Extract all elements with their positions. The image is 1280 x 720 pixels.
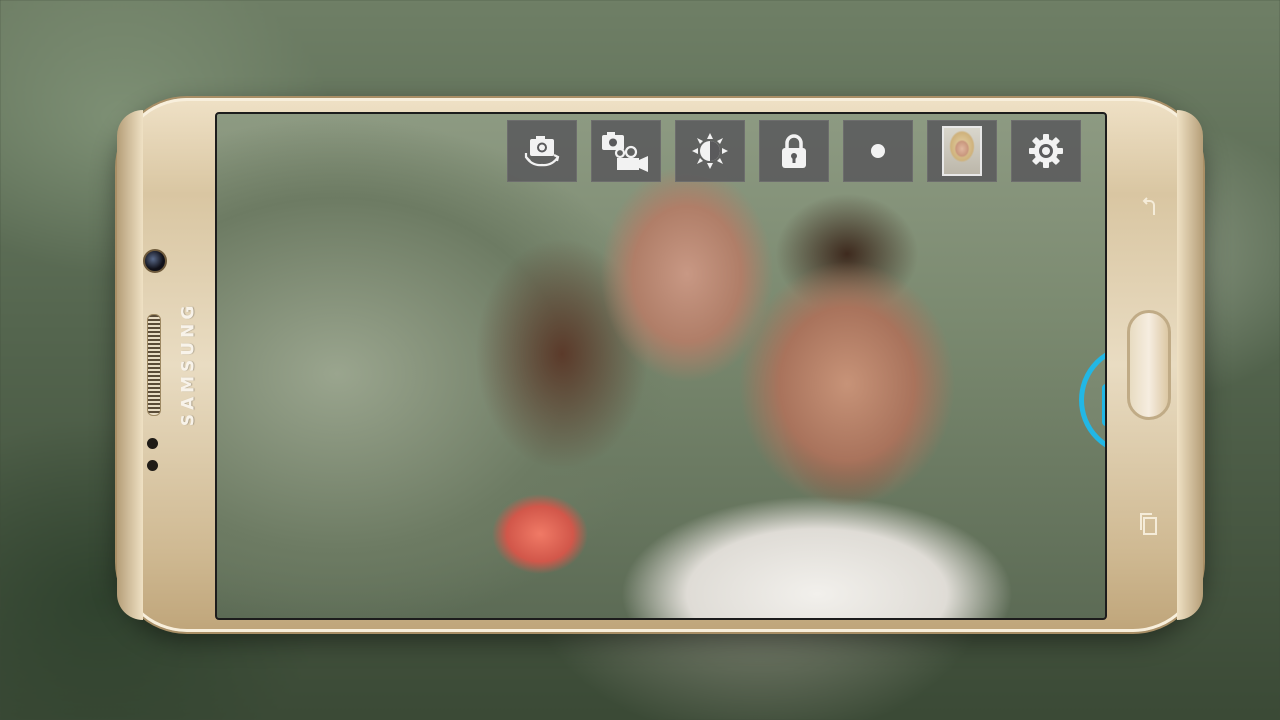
proximity-sensor xyxy=(147,438,158,449)
earpiece-speaker xyxy=(147,314,161,416)
phone-edge-left xyxy=(117,110,143,620)
camera-switch-icon xyxy=(524,136,560,167)
brightness-icon xyxy=(692,133,728,169)
camera-toolbar xyxy=(507,120,1081,182)
photo-video-mode-button[interactable] xyxy=(591,120,661,182)
back-key[interactable] xyxy=(1135,194,1163,222)
shutter-button[interactable] xyxy=(1079,344,1105,456)
gear-icon xyxy=(1029,134,1063,168)
camera-viewfinder[interactable] xyxy=(215,112,1107,620)
lock-icon xyxy=(782,134,806,168)
front-camera-lens xyxy=(143,249,167,273)
back-icon xyxy=(1142,197,1155,215)
brand-logo: SAMSUNG xyxy=(166,294,210,434)
gallery-thumbnail xyxy=(942,126,982,176)
gallery-button[interactable] xyxy=(927,120,997,182)
brightness-button[interactable] xyxy=(675,120,745,182)
switch-camera-button[interactable] xyxy=(507,120,577,182)
record-button[interactable] xyxy=(843,120,913,182)
camera-icon xyxy=(1102,384,1105,426)
settings-button[interactable] xyxy=(1011,120,1081,182)
lock-button[interactable] xyxy=(759,120,829,182)
photo-video-icon xyxy=(602,132,648,172)
light-sensor xyxy=(147,460,158,471)
brand-label: SAMSUNG xyxy=(178,301,199,427)
recent-apps-icon xyxy=(1140,513,1157,535)
phone-device-frame: SAMSUNG xyxy=(117,98,1203,632)
recent-apps-key[interactable] xyxy=(1135,510,1163,538)
home-button[interactable] xyxy=(1127,310,1171,420)
phone-edge-right xyxy=(1177,110,1203,620)
dot-icon xyxy=(871,144,885,158)
